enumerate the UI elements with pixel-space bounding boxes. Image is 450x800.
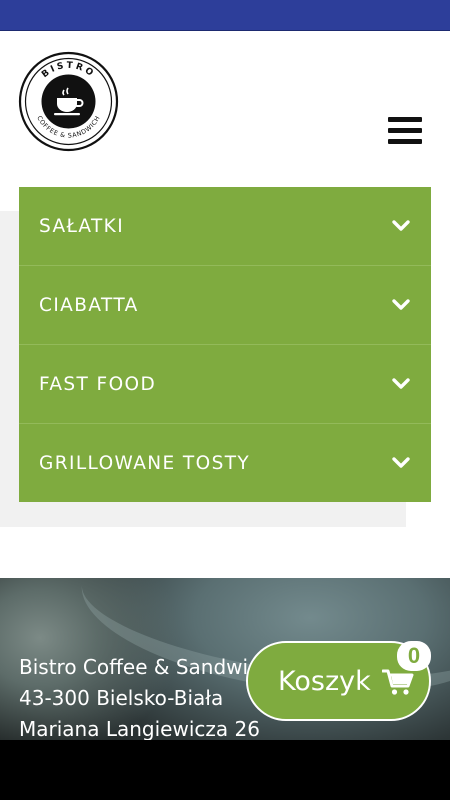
menu-item-salatki[interactable]: SAŁATKI <box>19 187 431 266</box>
cart-count-badge: 0 <box>397 641 431 671</box>
menu-item-label: CIABATTA <box>39 294 139 316</box>
footer-city: 43-300 Bielsko-Biała <box>19 686 224 710</box>
cart-label: Koszyk <box>278 665 371 697</box>
menu-item-label: SAŁATKI <box>39 215 125 237</box>
bottom-bar <box>0 740 450 800</box>
category-menu: SAŁATKI CIABATTA FAST FOOD GRILLOWANE TO… <box>19 187 431 502</box>
bistro-logo[interactable]: BISTRO COFFEE & SANDWICH <box>18 51 119 152</box>
site-header: BISTRO COFFEE & SANDWICH <box>0 31 450 171</box>
cart-icon <box>382 669 414 695</box>
menu-item-ciabatta[interactable]: CIABATTA <box>19 266 431 345</box>
footer-business-name: Bistro Coffee & Sandwich <box>19 655 272 679</box>
hamburger-icon[interactable] <box>388 117 422 147</box>
menu-item-label: GRILLOWANE TOSTY <box>39 452 251 474</box>
top-bar <box>0 0 450 31</box>
chevron-down-icon <box>392 457 410 468</box>
chevron-down-icon <box>392 220 410 231</box>
chevron-down-icon <box>392 299 410 310</box>
footer-address: Bistro Coffee & Sandwich 43-300 Bielsko-… <box>19 652 272 745</box>
chevron-down-icon <box>392 378 410 389</box>
menu-item-label: FAST FOOD <box>39 373 157 395</box>
menu-item-grillowane-tosty[interactable]: GRILLOWANE TOSTY <box>19 424 431 502</box>
menu-item-fast-food[interactable]: FAST FOOD <box>19 345 431 424</box>
